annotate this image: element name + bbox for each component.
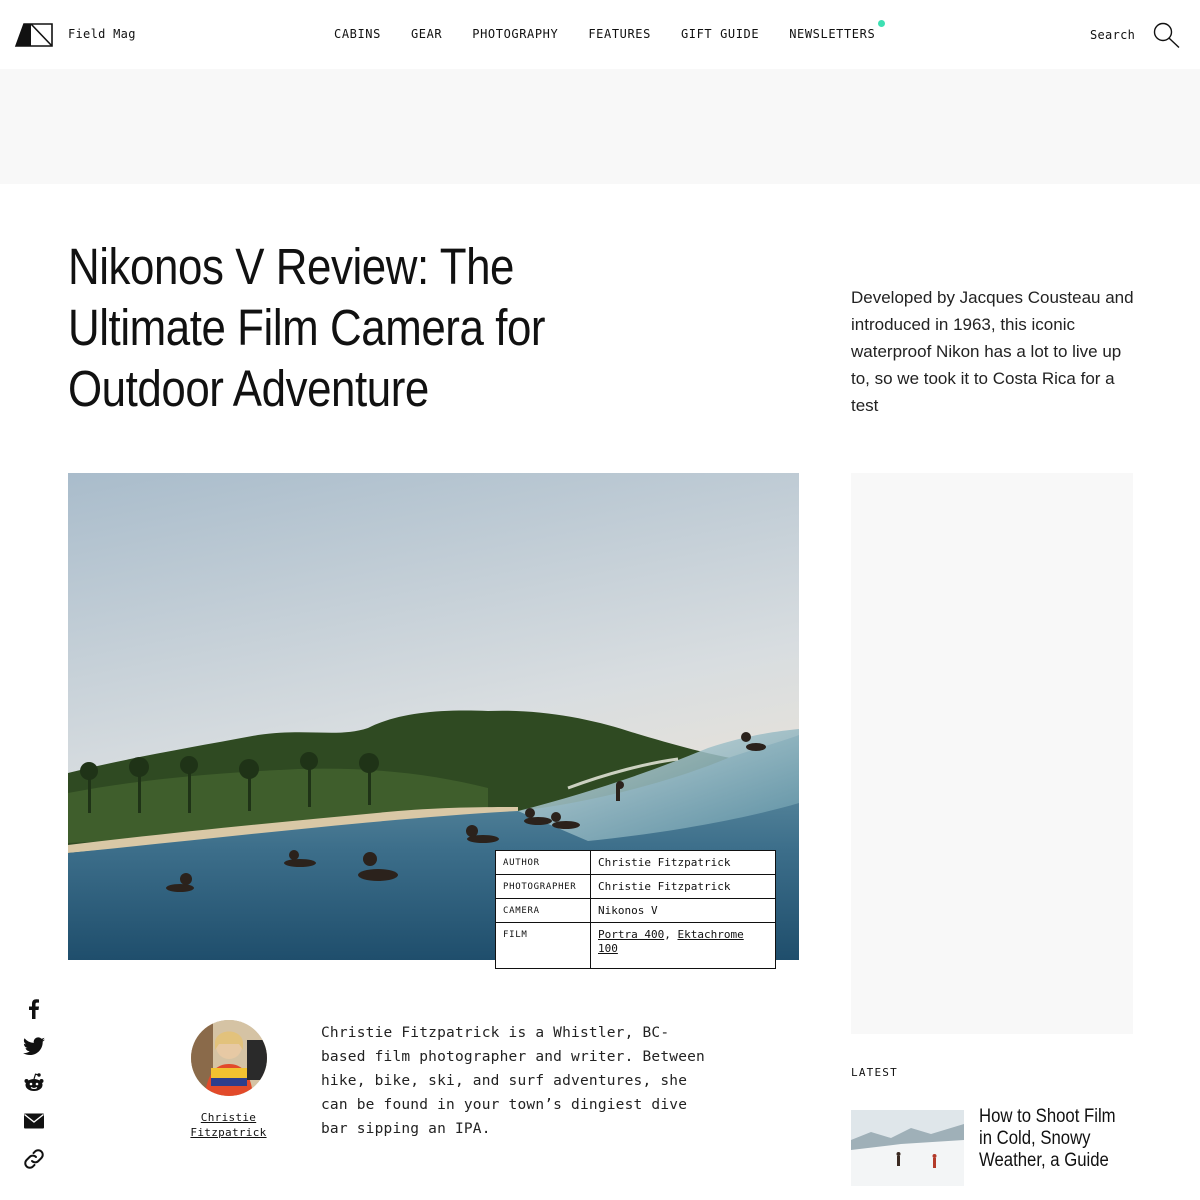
credit-key: AUTHOR (495, 850, 591, 875)
latest-item-title[interactable]: How to Shoot Film in Cold, Snowy Weather… (979, 1106, 1133, 1172)
email-icon[interactable] (22, 1109, 46, 1133)
facebook-icon[interactable] (22, 997, 46, 1021)
film-separator: , (664, 928, 678, 941)
credit-key: PHOTOGRAPHER (495, 874, 591, 899)
credit-value: Christie Fitzpatrick (590, 874, 776, 899)
photo-credits-table: AUTHOR Christie Fitzpatrick PHOTOGRAPHER… (495, 850, 776, 969)
film-link-portra[interactable]: Portra 400 (598, 928, 664, 941)
field-mag-logo-icon[interactable] (14, 22, 54, 48)
article-dek: Developed by Jacques Cousteau and introd… (851, 288, 1134, 415)
link-icon[interactable] (22, 1147, 46, 1171)
latest-heading: LATEST (851, 1066, 898, 1079)
credit-value: Portra 400, Ektachrome 100 (590, 922, 776, 969)
nav-item-gear[interactable]: GEAR (411, 27, 442, 41)
credit-row-photographer: PHOTOGRAPHER Christie Fitzpatrick (495, 874, 776, 899)
site-header: Field Mag CABINS GEAR PHOTOGRAPHY FEATUR… (0, 0, 1200, 69)
twitter-icon[interactable] (22, 1034, 46, 1058)
reddit-icon[interactable] (22, 1071, 46, 1095)
search-label[interactable]: Search (1090, 28, 1135, 42)
author-avatar[interactable] (191, 1020, 267, 1096)
nav-item-cabins[interactable]: CABINS (334, 27, 381, 41)
credit-row-film: FILM Portra 400, Ektachrome 100 (495, 922, 776, 969)
nav-item-newsletters-label: NEWSLETTERS (789, 27, 876, 41)
nav-item-newsletters[interactable]: NEWSLETTERS (789, 20, 886, 41)
article-title: Nikonos V Review: The Ultimate Film Came… (68, 238, 546, 417)
credit-key: FILM (495, 922, 591, 969)
credit-key: CAMERA (495, 898, 591, 923)
credit-row-author: AUTHOR Christie Fitzpatrick (495, 850, 776, 875)
nav-item-gift-guide[interactable]: GIFT GUIDE (681, 27, 759, 41)
author-bio: Christie Fitzpatrick is a Whistler, BC-b… (321, 1025, 705, 1137)
nav-item-features[interactable]: FEATURES (588, 27, 651, 41)
author-name: Christie Fitzpatrick (190, 1111, 267, 1139)
brand-link[interactable]: Field Mag (68, 27, 136, 41)
sidebar-ad-placeholder (851, 473, 1133, 1034)
nav-item-photography[interactable]: PHOTOGRAPHY (472, 27, 558, 41)
credit-row-camera: CAMERA Nikonos V (495, 898, 776, 923)
latest-item-thumbnail[interactable] (851, 1110, 964, 1186)
main-nav: CABINS GEAR PHOTOGRAPHY FEATURES GIFT GU… (334, 20, 886, 41)
credit-value: Nikonos V (590, 898, 776, 923)
search-icon[interactable] (1153, 22, 1181, 48)
credit-value: Christie Fitzpatrick (590, 850, 776, 875)
author-name-link[interactable]: Christie Fitzpatrick (180, 1110, 277, 1140)
top-ad-placeholder (0, 69, 1200, 184)
notification-dot (878, 20, 886, 27)
